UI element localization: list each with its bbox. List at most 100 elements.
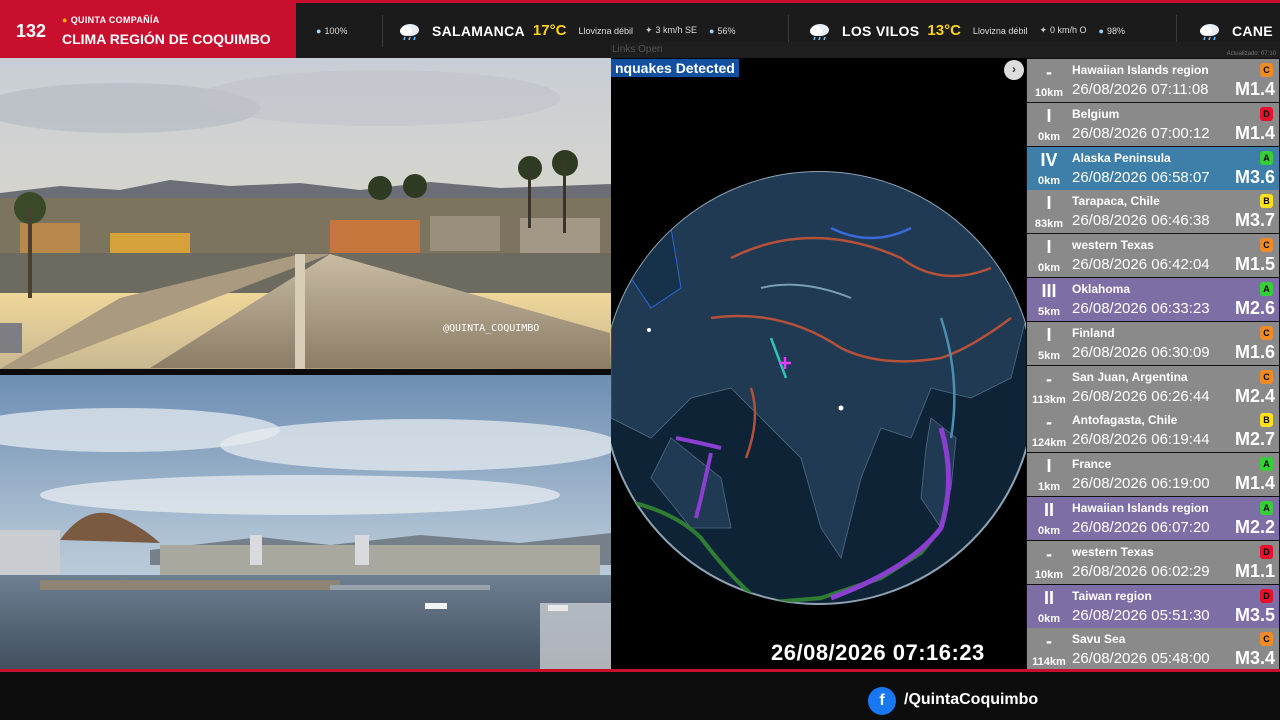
quake-place: Hawaiian Islands region [1072, 63, 1209, 77]
quake-row: - 124km Antofagasta, Chile 26/08/2026 06:19… [1027, 409, 1279, 453]
quake-alert-badge: D [1260, 588, 1273, 603]
quake-row: I 0km Belgium 26/08/2026 07:00:12 M1.4 D [1027, 102, 1279, 146]
humidity-value: 100% [324, 25, 348, 36]
quake-alert-badge: D [1260, 106, 1273, 121]
quake-intensity: III [1041, 281, 1057, 301]
quake-magnitude: M2.2 [1234, 517, 1275, 537]
quake-place: Hawaiian Islands region [1072, 501, 1209, 515]
datetime-clock: 26/08/2026 07:16:23 [771, 640, 985, 665]
humidity-readout: ● 100% [316, 26, 347, 36]
quake-intensity: IV [1040, 149, 1058, 170]
quake-row: I 5km Finland 26/08/2026 06:30:09 M1.6 C [1027, 321, 1279, 365]
quake-row: I 1km France 26/08/2026 06:19:00 M1.4 A [1027, 453, 1279, 497]
chevron-right-icon[interactable]: › [1004, 60, 1024, 80]
quake-row: II 0km Taiwan region 26/08/2026 05:51:30 M3.… [1027, 584, 1279, 628]
quake-row: III 5km Oklahoma 26/08/2026 06:33:23 M2.6 A [1027, 278, 1279, 321]
quake-magnitude: M1.4 [1234, 122, 1275, 143]
quake-magnitude: M3.7 [1234, 210, 1275, 231]
quake-depth: 0km [1037, 612, 1061, 625]
quake-depth: 124km [1031, 437, 1067, 450]
quake-intensity: I [1046, 324, 1052, 345]
camera-image-bay [0, 375, 611, 669]
quake-row: I 0km western Texas 26/08/2026 06:42:04 M1.5… [1027, 234, 1279, 278]
quake-place: Taiwan region [1072, 588, 1152, 603]
quake-time: 26/08/2026 06:26:44 [1072, 387, 1210, 405]
camera-feed-rooftop: @QUINTA_COQUIMBO [0, 58, 611, 369]
quake-place: Antofagasta, Chile [1072, 413, 1178, 428]
quake-depth: 5km [1037, 306, 1061, 318]
quake-alert-badge: D [1260, 544, 1273, 559]
quake-time: 26/08/2026 07:11:08 [1072, 81, 1209, 98]
droplet-icon: ● [316, 25, 322, 36]
quake-row: IV 0km Alaska Peninsula 26/08/2026 06:58:07… [1027, 146, 1279, 190]
brand-subtitle-text: QUINTA COMPAÑÍA [70, 15, 160, 25]
quake-intensity: - [1046, 543, 1052, 564]
droplet-icon: ● [709, 25, 715, 36]
quake-depth: 83km [1034, 218, 1064, 231]
condition-text: Llovizna débil [578, 25, 633, 36]
quake-time: 26/08/2026 07:00:12 [1072, 124, 1210, 142]
quake-depth: 5km [1037, 349, 1061, 362]
bullet-icon: ● [62, 15, 68, 25]
earthquake-globe-map [611, 171, 1026, 605]
top-bar: 132 ● QUINTA COMPAÑÍA CLIMA REGIÓN DE COQ… [0, 0, 1280, 60]
droplet-icon: ● [1098, 25, 1104, 36]
humidity-readout: ● 98% [1099, 26, 1125, 36]
brand-block: 132 ● QUINTA COMPAÑÍA CLIMA REGIÓN DE COQ… [0, 3, 296, 58]
quake-intensity: - [1046, 631, 1052, 652]
rain-cloud-icon [810, 23, 829, 40]
quake-alert-badge: C [1260, 325, 1273, 340]
quake-alert-badge: A [1260, 150, 1273, 165]
wind-value: 3 km/h SE [655, 25, 698, 35]
quake-time: 26/08/2026 05:51:30 [1072, 606, 1210, 624]
quake-row: II 0km Hawaiian Islands region 26/08/2026 0… [1027, 497, 1279, 540]
earthquake-list: - 10km Hawaiian Islands region 26/08/2026 0… [1026, 58, 1280, 672]
bottom-bar: f /QuintaCoquimbo [0, 672, 1280, 720]
city-name: CANE [1232, 22, 1273, 39]
quake-place: Oklahoma [1072, 282, 1131, 296]
quake-intensity: - [1046, 368, 1052, 389]
quake-magnitude: M1.4 [1234, 473, 1275, 494]
quake-time: 26/08/2026 06:19:00 [1072, 475, 1210, 493]
quake-depth: 114km [1032, 656, 1066, 669]
quake-depth: 0km [1037, 130, 1061, 143]
wind-value: 0 km/h O [1050, 25, 1087, 35]
quake-intensity: - [1046, 62, 1052, 82]
quake-magnitude: M3.4 [1234, 648, 1275, 669]
quake-depth: 113km [1032, 393, 1066, 406]
quake-place: Tarapaca, Chile [1072, 194, 1160, 209]
channel-number: 132 [16, 21, 47, 41]
quake-alert-badge: A [1260, 282, 1273, 296]
quake-alert-badge: A [1260, 457, 1273, 472]
ticker-partial-item: ● 100% [316, 3, 359, 58]
humidity-value: 98% [1106, 25, 1125, 36]
camera-feed-bay [0, 375, 611, 669]
brand-title: CLIMA REGIÓN DE COQUIMBO [62, 31, 271, 47]
quake-place: Savu Sea [1072, 632, 1126, 647]
quake-row: - 10km Hawaiian Islands region 26/08/2026 0… [1027, 59, 1279, 102]
quake-place: San Juan, Argentina [1072, 369, 1188, 384]
wind-readout: ✦ 0 km/h O [1039, 25, 1086, 36]
city-temperature: 17°C [532, 22, 567, 39]
quake-time: 26/08/2026 06:02:29 [1072, 562, 1210, 580]
quake-alert-badge: A [1260, 501, 1273, 515]
quake-alert-badge: B [1260, 413, 1273, 428]
quake-place: Finland [1072, 325, 1115, 340]
quake-magnitude: M1.1 [1234, 560, 1275, 581]
quake-alert-badge: B [1260, 194, 1273, 209]
quake-intensity: I [1046, 237, 1052, 258]
rain-cloud-icon [1200, 23, 1219, 40]
quake-depth: 0km [1037, 525, 1061, 537]
quake-row: I 83km Tarapaca, Chile 26/08/2026 06:46:38 M… [1027, 190, 1279, 234]
links-text: Links Open [612, 44, 663, 55]
city-name: LOS VILOS [842, 22, 920, 39]
quake-magnitude: M3.5 [1234, 604, 1275, 625]
quake-alert-badge: C [1260, 238, 1273, 253]
quake-magnitude: M1.6 [1234, 341, 1275, 362]
quake-magnitude: M2.7 [1234, 429, 1275, 450]
quake-row: - 10km western Texas 26/08/2026 06:02:29 M1.… [1027, 540, 1279, 584]
humidity-readout: ● 56% [709, 26, 735, 36]
quake-row: - 113km San Juan, Argentina 26/08/2026 06:2… [1027, 365, 1279, 409]
quake-alert-badge: C [1260, 632, 1273, 647]
brand-subtitle: ● QUINTA COMPAÑÍA [62, 15, 160, 25]
